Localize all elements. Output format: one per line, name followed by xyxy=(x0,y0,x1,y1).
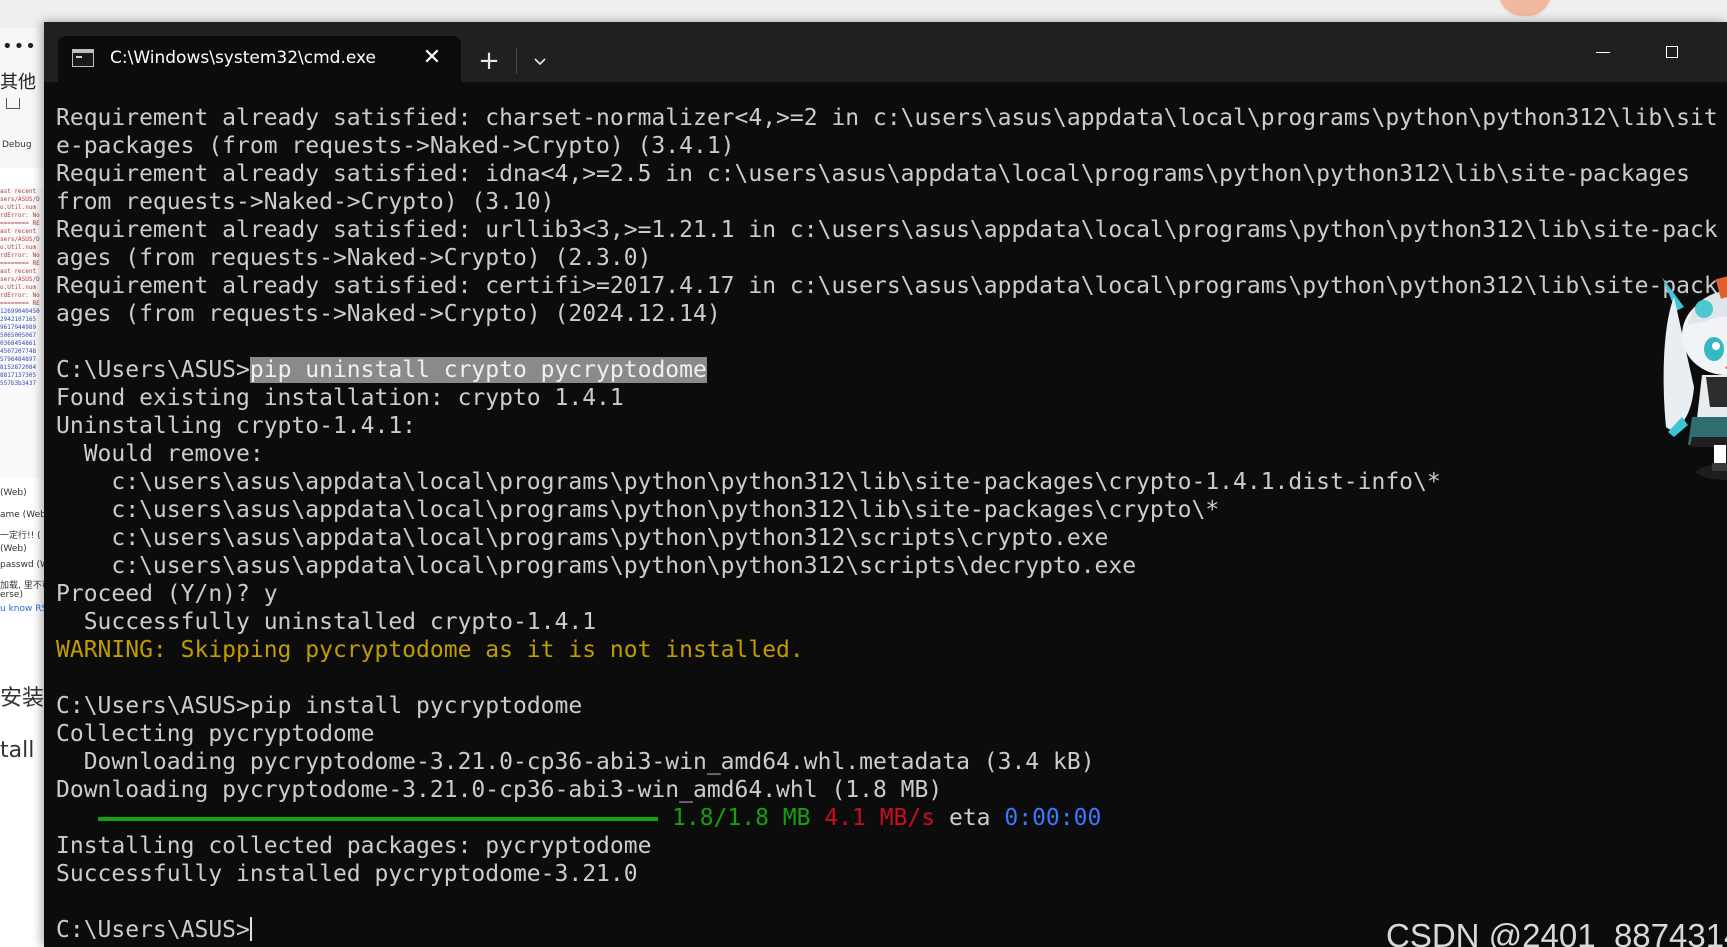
background-code-line: ======== RE xyxy=(0,220,40,227)
background-code-line: ======== RE xyxy=(0,260,40,267)
console-line: Collecting pycryptodome xyxy=(56,721,375,747)
console-line: Found existing installation: crypto 1.4.… xyxy=(56,385,624,411)
tab-cmd[interactable]: C:\Windows\system32\cmd.exe ✕ xyxy=(58,36,461,82)
background-text-line: (Web) xyxy=(0,488,27,498)
console-line: Proceed (Y/n)? y xyxy=(56,581,278,607)
console-line: e-packages (from requests->Naked->Crypto… xyxy=(56,133,735,159)
eta-label: eta xyxy=(948,805,991,831)
console-line: c:\users\asus\appdata\local\programs\pyt… xyxy=(56,553,1137,579)
eta-value: 0:00:00 xyxy=(1004,805,1102,831)
console-line: Requirement already satisfied: urllib3<3… xyxy=(56,217,1718,243)
background-text-line: 一定行!! ( xyxy=(0,531,41,541)
command-text: pip install pycryptodome xyxy=(249,693,583,719)
cmd-icon xyxy=(72,49,94,67)
background-number-line: 5796484897 xyxy=(0,356,37,363)
watermark: CSDN @2401_88743143 xyxy=(1386,917,1727,947)
background-number-line: 0368454861 xyxy=(0,340,37,347)
console-line: Requirement already satisfied: charset-n… xyxy=(56,105,1718,131)
avatar-peek-icon xyxy=(1497,0,1553,18)
background-number-line: 8152872084 xyxy=(0,364,37,371)
background-number-line: 12699040450 xyxy=(0,308,40,315)
console-line: c:\users\asus\appdata\local\programs\pyt… xyxy=(56,469,1441,495)
prompt-text: C:\Users\ASUS> xyxy=(56,693,250,719)
prompt-text: C:\Users\ASUS> xyxy=(56,917,250,943)
background-text-line: u know RSA xyxy=(0,604,49,614)
background-code-line: ast recent xyxy=(0,268,37,275)
command-text: pip uninstall crypto pycryptodome xyxy=(249,357,707,383)
close-tab-icon[interactable]: ✕ xyxy=(420,46,444,70)
background-code-line: sers/ASUS/D xyxy=(0,196,40,203)
background-text-line: passwd (W xyxy=(0,560,49,570)
background-code-line: ast recent xyxy=(0,188,37,195)
console-line: Downloading pycryptodome-3.21.0-cp36-abi… xyxy=(56,777,943,803)
background-heading: tall xyxy=(0,738,35,763)
console-line: ages (from requests->Naked->Crypto) (2.3… xyxy=(56,245,652,271)
background-article-text: (Web) ame (Web 一定行!! ((Web) passwd (W 加载, 里不… xyxy=(0,488,48,947)
background-code-line: sers/ASUS/D xyxy=(0,236,40,243)
console-line: Downloading pycryptodome-3.21.0-cp36-abi… xyxy=(56,749,1095,775)
console-line: Would remove: xyxy=(56,441,264,467)
mascot-figure xyxy=(1662,275,1727,480)
background-window[interactable]: ••• 其他 Debug ast recent sers/ASUS/D o.Util… xyxy=(0,28,49,947)
console-line: Uninstalling crypto-1.4.1: xyxy=(56,413,417,439)
tab-title: C:\Windows\system32\cmd.exe xyxy=(110,48,377,68)
maximize-button[interactable] xyxy=(1640,22,1704,66)
background-number-line: 2942107165 xyxy=(0,316,37,323)
console-line: WARNING: Skipping pycryptodome as it is … xyxy=(56,637,804,663)
background-code-line: o.Util.num xyxy=(0,284,37,291)
background-code-line: rdError: No xyxy=(0,212,40,219)
background-number-line: 4507207748 xyxy=(0,348,37,355)
more-options-icon[interactable]: ••• xyxy=(2,36,37,57)
console-output[interactable]: Requirement already satisfied: charset-n… xyxy=(56,104,1727,944)
console-line: c:\users\asus\appdata\local\programs\pyt… xyxy=(56,497,1220,523)
terminal-window[interactable]: C:\Windows\system32\cmd.exe ✕ + Requirem… xyxy=(44,22,1727,947)
background-code-line: o.Util.num xyxy=(0,204,37,211)
background-text-line: ame (Web xyxy=(0,510,46,520)
tab-separator xyxy=(516,48,517,74)
terminal-titlebar[interactable]: C:\Windows\system32\cmd.exe ✕ + xyxy=(44,22,1727,82)
progress-bar xyxy=(98,816,658,821)
chevron-down-icon[interactable] xyxy=(526,48,554,76)
minimize-button[interactable] xyxy=(1570,22,1634,66)
debug-label[interactable]: Debug xyxy=(2,140,32,150)
background-number-line: 8817137305 xyxy=(0,372,37,379)
background-code-line: rdError: No xyxy=(0,252,40,259)
background-number-line: 557b3b3437 xyxy=(0,380,37,387)
background-text-line: erse) xyxy=(0,590,23,600)
console-line: Requirement already satisfied: idna<4,>=… xyxy=(56,161,1690,187)
console-line: Requirement already satisfied: certifi>=… xyxy=(56,273,1718,299)
console-line: ages (from requests->Naked->Crypto) (202… xyxy=(56,301,721,327)
console-line: c:\users\asus\appdata\local\programs\pyt… xyxy=(56,525,1109,551)
background-heading: 安装 xyxy=(0,686,45,711)
new-tab-button[interactable]: + xyxy=(474,46,504,76)
background-code-line: ======== RE xyxy=(0,300,40,307)
background-number-line: 5065005067 xyxy=(0,332,37,339)
console-prompt-line: C:\Users\ASUS>pip uninstall crypto pycry… xyxy=(56,356,1727,384)
background-text-line: (Web) xyxy=(0,544,27,554)
text-cursor xyxy=(249,917,252,941)
console-prompt-line: C:\Users\ASUS>pip install pycryptodome xyxy=(56,692,1727,720)
desktop: ••• 其他 Debug ast recent sers/ASUS/D o.Util… xyxy=(0,0,1727,947)
console-line: Successfully installed pycryptodome-3.21… xyxy=(56,861,638,887)
console-line: Successfully uninstalled crypto-1.4.1 xyxy=(56,609,597,635)
background-code-line: sers/ASUS/D xyxy=(0,276,40,283)
download-speed: 4.1 MB/s xyxy=(824,805,936,831)
background-code-line: o.Util.num xyxy=(0,244,37,251)
home-icon[interactable] xyxy=(6,98,20,109)
background-window-toolbar: ••• 其他 Debug xyxy=(0,28,48,168)
console-line: Installing collected packages: pycryptod… xyxy=(56,833,652,859)
console-line: from requests->Naked->Crypto) (3.10) xyxy=(56,189,555,215)
background-code-line: rdError: No xyxy=(0,292,40,299)
prompt-text: C:\Users\ASUS> xyxy=(56,357,250,383)
background-code-line: ast recent xyxy=(0,228,37,235)
background-tab-label[interactable]: 其他 xyxy=(0,68,36,94)
background-number-line: 9617944989 xyxy=(0,324,37,331)
download-size: 1.8/1.8 MB xyxy=(672,805,811,831)
background-code-panel: ast recent sers/ASUS/D o.Util.num rdError: … xyxy=(0,188,48,478)
download-progress-line: 1.8/1.8 MB 4.1 MB/s eta 0:00:00 xyxy=(56,804,1727,832)
